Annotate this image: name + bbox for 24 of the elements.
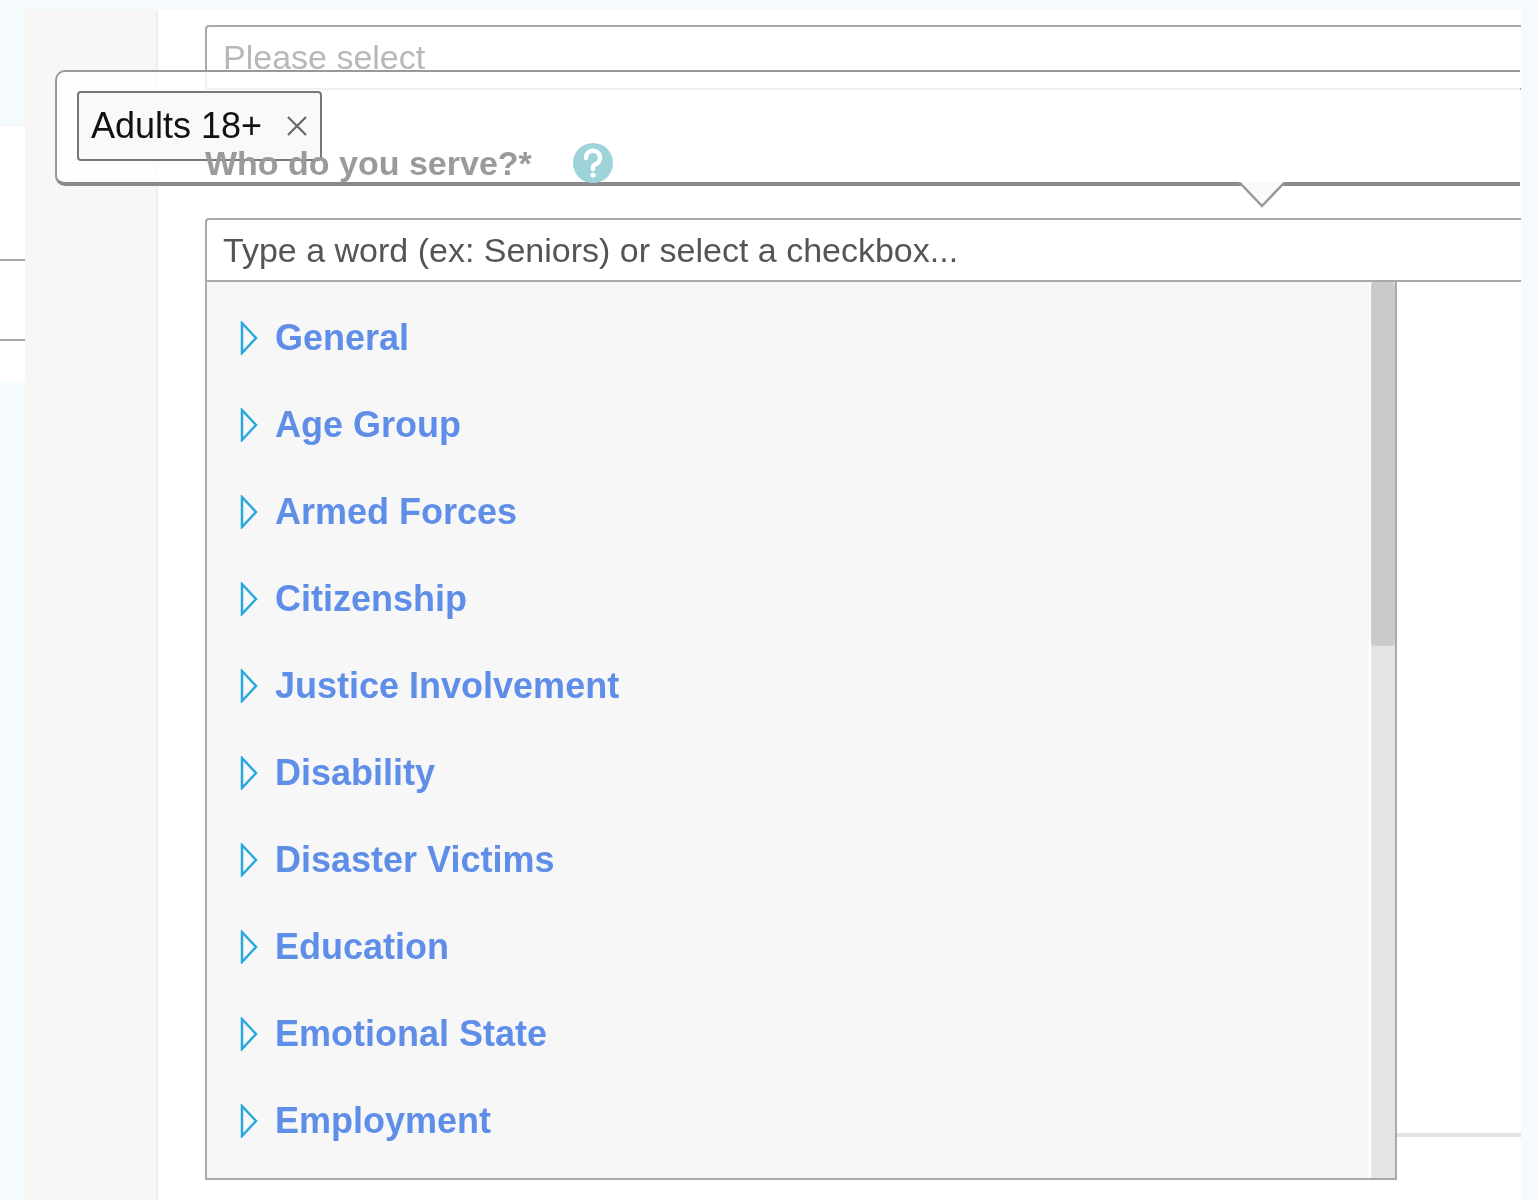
category-label[interactable]: Education [275,925,449,968]
category-label[interactable]: General [275,316,410,359]
caret-right-icon[interactable] [239,1016,259,1051]
caret-right-icon[interactable] [239,494,259,529]
caret-right-icon[interactable] [239,1103,259,1138]
caret-right-icon[interactable] [239,407,259,442]
tag-label: Adults 18+ [91,105,263,147]
caret-right-icon[interactable] [239,929,259,964]
category-label[interactable]: Disability [275,751,436,794]
category-label[interactable]: Citizenship [275,577,467,620]
category-label[interactable]: Emotional State [275,1012,548,1055]
close-icon[interactable] [286,115,309,137]
category-label[interactable]: Justice Involvement [275,664,620,707]
category-label[interactable]: Employment [275,1099,492,1142]
caret-right-icon[interactable] [239,842,259,877]
search-field[interactable]: Type a word (ex: Seniors) or select a checkbox... [205,218,1521,282]
category-label[interactable]: Armed Forces [275,490,518,533]
caret-right-icon[interactable] [239,320,259,355]
scrollbar[interactable] [1369,282,1395,1178]
caret-right-icon[interactable] [239,668,259,703]
category-label[interactable]: Disaster Victims [275,838,555,881]
category-label[interactable]: Age Group [275,403,461,446]
caret-right-icon[interactable] [239,755,259,790]
caret-right-icon[interactable] [239,581,259,616]
